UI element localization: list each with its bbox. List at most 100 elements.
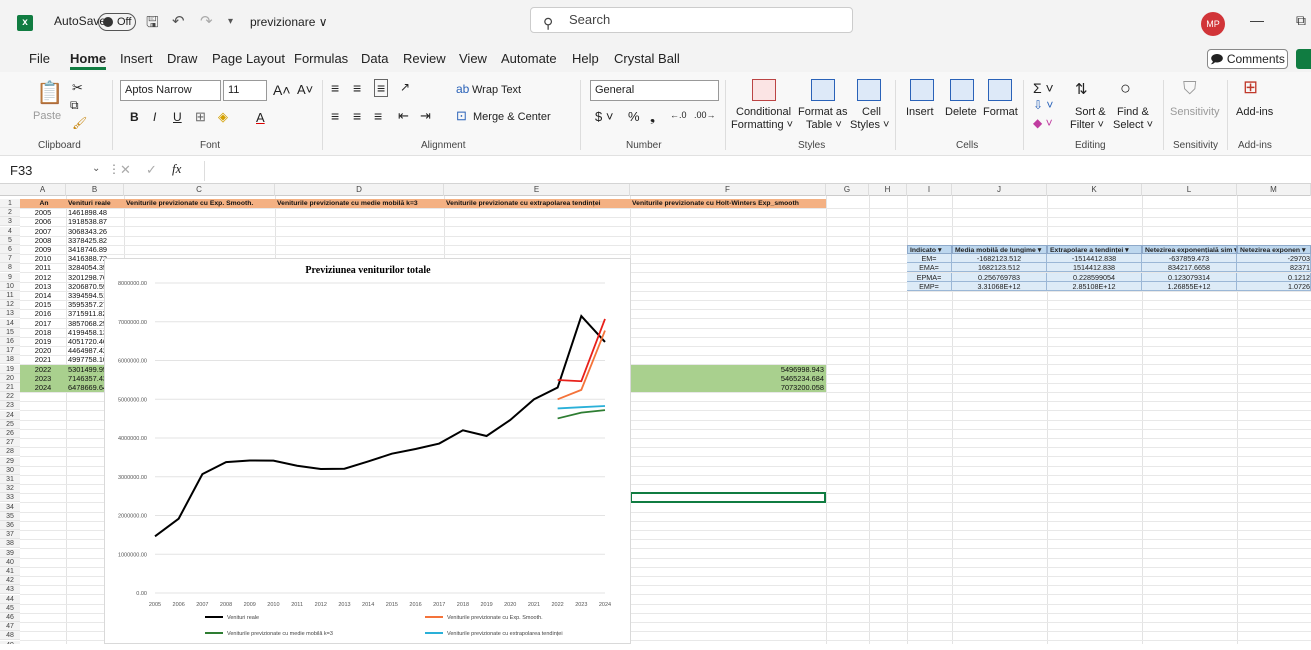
italic-icon[interactable]: I [153, 110, 156, 124]
merge-center-button[interactable]: Merge & Center [473, 111, 551, 123]
sort-filter-button[interactable]: Sort & [1075, 106, 1106, 118]
tab-help[interactable]: Help [572, 51, 599, 66]
autosave-toggle[interactable]: Off [98, 13, 136, 31]
cell-year[interactable]: 2008 [20, 236, 66, 245]
column-header-b[interactable]: B [66, 184, 124, 196]
minimize-icon[interactable]: — [1250, 12, 1264, 28]
cell-real-revenue[interactable]: 1461898.48 [66, 208, 124, 217]
indicator-cell[interactable]: 1514412.838 [1047, 263, 1142, 273]
row-header[interactable]: 28 [0, 447, 20, 457]
restore-icon[interactable]: ⧉ [1296, 12, 1306, 29]
tab-crystal-ball[interactable]: Crystal Ball [614, 51, 680, 66]
borders-icon[interactable]: ⊞ [195, 109, 206, 125]
name-box[interactable]: F33 [6, 161, 100, 181]
currency-icon[interactable]: $ ˅ [595, 109, 613, 124]
cell-real-revenue[interactable]: 3418746.89 [66, 245, 124, 254]
quick-access-dropdown-icon[interactable]: ▾ [228, 16, 233, 27]
row-header[interactable]: 36 [0, 521, 20, 530]
indicator-header[interactable]: Extrapolare a tendinței ▾ [1047, 245, 1142, 254]
cell-year[interactable]: 2011 [20, 263, 66, 272]
indicator-cell[interactable]: 0.256769783 [952, 272, 1047, 282]
indicator-cell[interactable]: 1.0726 [1237, 281, 1311, 291]
header-cell-a[interactable]: An [20, 199, 66, 208]
row-header[interactable]: 13 [0, 309, 20, 319]
undo-icon[interactable]: ↶ [172, 12, 185, 30]
tab-review[interactable]: Review [403, 51, 446, 66]
cell-forecast-holt-winters[interactable]: 5465234.684 [630, 374, 826, 383]
column-header-k[interactable]: K [1047, 184, 1142, 196]
paste-icon[interactable]: 📋 [36, 80, 63, 106]
sensitivity-button[interactable]: Sensitivity [1170, 106, 1220, 118]
row-header[interactable]: 18 [0, 355, 20, 365]
cell-year[interactable]: 2015 [20, 300, 66, 309]
cell-year[interactable]: 2023 [20, 374, 66, 383]
indicator-cell[interactable]: EM= [907, 254, 952, 264]
row-header[interactable]: 27 [0, 438, 20, 448]
row-header[interactable]: 49 [0, 640, 20, 644]
format-cells-button[interactable]: Format [983, 106, 1018, 118]
row-header[interactable]: 40 [0, 557, 20, 567]
addins-button[interactable]: Add-ins [1236, 106, 1273, 118]
cell-real-revenue[interactable]: 3378425.82 [66, 236, 124, 245]
cell-year[interactable]: 2007 [20, 227, 66, 236]
row-header[interactable]: 5 [0, 235, 20, 245]
search-box[interactable]: ⚲ Search [530, 7, 853, 33]
row-header[interactable]: 44 [0, 594, 20, 604]
row-header[interactable]: 45 [0, 603, 20, 613]
cell-real-revenue[interactable]: 1918538.87 [66, 217, 124, 226]
insert-cells-button[interactable]: Insert [906, 106, 934, 118]
conditional-formatting-button[interactable]: Conditional [736, 106, 791, 118]
row-header[interactable]: 7 [0, 254, 20, 264]
column-header-i[interactable]: I [907, 184, 952, 196]
row-header[interactable]: 24 [0, 410, 20, 420]
row-header[interactable]: 31 [0, 475, 20, 484]
cell-forecast-holt-winters[interactable]: 7073200.058 [630, 383, 826, 392]
fill-icon[interactable]: ⇩ ˅ [1033, 98, 1053, 112]
indicator-header[interactable]: Netezirea exponențială sim ▾ [1142, 245, 1237, 254]
redo-icon[interactable]: ↷ [200, 12, 213, 30]
indicator-header[interactable]: Netezirea exponen ▾ [1237, 245, 1311, 254]
tab-insert[interactable]: Insert [120, 51, 153, 66]
font-name-select[interactable]: Aptos Narrow [120, 80, 221, 101]
cancel-icon[interactable]: ✕ [120, 162, 131, 178]
row-header[interactable]: 2 [0, 208, 20, 218]
wrap-text-button[interactable]: Wrap Text [472, 84, 521, 96]
column-header-e[interactable]: E [444, 184, 630, 196]
row-header[interactable]: 14 [0, 318, 20, 328]
cell-year[interactable]: 2012 [20, 273, 66, 282]
row-header[interactable]: 25 [0, 419, 20, 429]
align-top-icon[interactable]: ≡ [331, 80, 339, 96]
row-header[interactable]: 22 [0, 392, 20, 402]
indicator-cell[interactable]: EPMA= [907, 272, 952, 282]
indicator-cell[interactable]: 3.31068E+12 [952, 281, 1047, 291]
sort-filter-dropdown[interactable]: Filter ˅ [1070, 119, 1104, 131]
formula-input[interactable] [204, 161, 1304, 181]
decrease-font-icon[interactable]: A˅ [297, 82, 313, 97]
bold-icon[interactable]: B [130, 110, 139, 124]
percent-icon[interactable]: % [628, 109, 640, 124]
row-header[interactable]: 33 [0, 493, 20, 503]
comma-style-icon[interactable]: ❟ [650, 109, 655, 125]
font-size-select[interactable]: 11 [223, 80, 267, 101]
cell-year[interactable]: 2017 [20, 319, 66, 328]
row-header[interactable]: 23 [0, 401, 20, 411]
header-cell-e[interactable]: Veniturile previzionate cu extrapolarea … [444, 199, 630, 208]
tab-automate[interactable]: Automate [501, 51, 557, 66]
row-header[interactable]: 15 [0, 327, 20, 337]
cell-year[interactable]: 2006 [20, 217, 66, 226]
row-header[interactable]: 47 [0, 622, 20, 632]
cell-real-revenue[interactable]: 3068343.26 [66, 227, 124, 236]
save-icon[interactable]: 🖫 [146, 12, 159, 37]
align-right-icon[interactable]: ≡ [374, 108, 382, 124]
row-header[interactable]: 30 [0, 465, 20, 475]
share-button[interactable] [1296, 49, 1311, 69]
indicator-cell[interactable]: 2.85108E+12 [1047, 281, 1142, 291]
row-header[interactable]: 48 [0, 631, 20, 641]
tab-page-layout[interactable]: Page Layout [212, 51, 285, 66]
indicator-header[interactable]: Indicato ▾ [907, 245, 952, 254]
row-header[interactable]: 32 [0, 484, 20, 494]
cell-year[interactable]: 2005 [20, 208, 66, 217]
indicator-cell[interactable]: 1682123.512 [952, 263, 1047, 273]
indicator-cell[interactable]: 0.123079314 [1142, 272, 1237, 282]
row-header[interactable]: 43 [0, 585, 20, 595]
